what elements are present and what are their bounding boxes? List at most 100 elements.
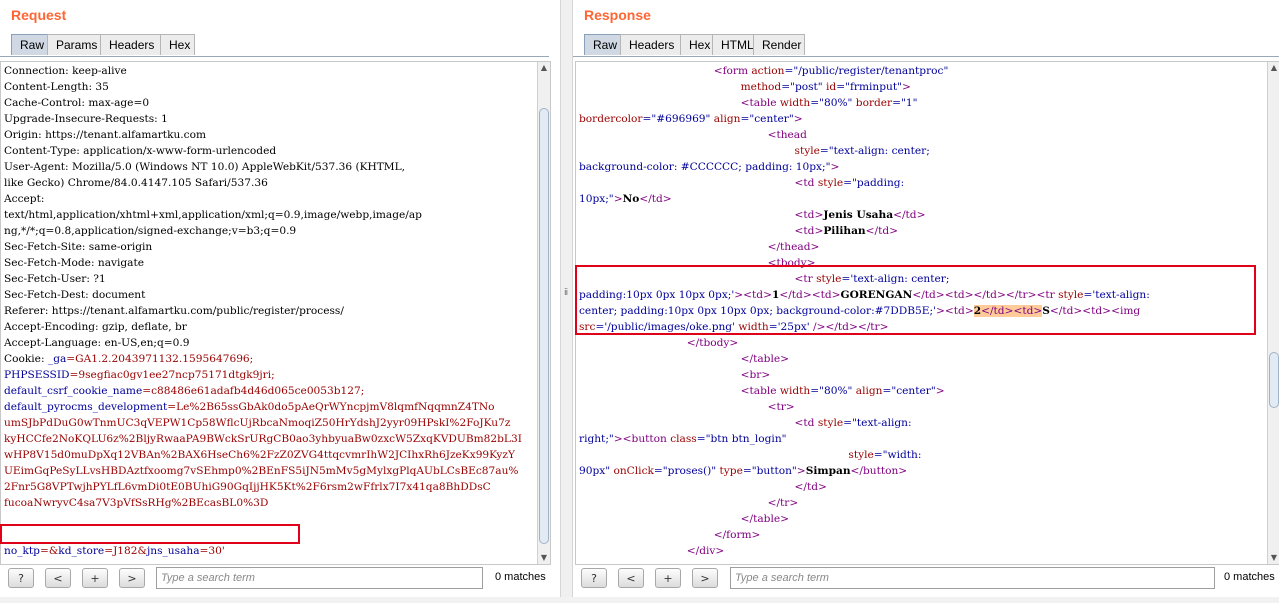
code-token: No [622,193,640,205]
code-line[interactable]: Content-Length: 35 [4,79,522,95]
pane-divider[interactable]: ⅱ [560,0,573,603]
code-line[interactable]: style="text-align: center; [579,143,1150,159]
code-line[interactable]: background-color: #CCCCCC; padding: 10px… [579,159,1150,175]
code-line[interactable]: umSJbPdDuG0wTnmUC3qVEPW1Cp58WflcUjRbcaNm… [4,415,522,431]
code-line[interactable]: Origin: https://tenant.alfamartku.com [4,127,522,143]
code-line[interactable]: method="post" id="frminput"> [579,79,1150,95]
code-line[interactable]: </table> [579,511,1150,527]
code-line[interactable]: 10px;">No</td> [579,191,1150,207]
code-line[interactable]: Sec-Fetch-Dest: document [4,287,522,303]
code-line[interactable]: <thead [579,127,1150,143]
code-line[interactable]: fucoaNwryvC4sa7V3pVfSsRHg%2BEcasBL0%3D [4,495,522,511]
code-line[interactable]: Cache-Control: max-age=0 [4,95,522,111]
code-line[interactable]: </form> [579,527,1150,543]
next-match-button[interactable]: > [692,568,718,588]
scroll-up-arrow-icon[interactable]: ▲ [1268,62,1279,74]
request-pane: Request Raw Params Headers Hex Connectio… [0,0,560,603]
code-token: Content-Type: application/x-www-form-url… [4,145,277,157]
code-line[interactable]: </table> [579,351,1150,367]
previous-match-button[interactable]: < [45,568,71,588]
code-line[interactable]: bordercolor="#696969" align="center"> [579,111,1150,127]
request-scrollbar[interactable]: ▲ ▼ [537,62,550,564]
code-token: Pilihan [823,225,866,237]
code-line[interactable]: Sec-Fetch-Mode: navigate [4,255,522,271]
scroll-down-arrow-icon[interactable]: ▼ [1268,552,1279,564]
code-line[interactable]: Content-Type: application/x-www-form-url… [4,143,522,159]
code-line[interactable]: <tr> [579,399,1150,415]
code-token: <td [794,177,818,189]
scroll-thumb[interactable] [1269,352,1279,408]
code-line[interactable]: Referer: https://tenant.alfamartku.com/p… [4,303,522,319]
scroll-up-arrow-icon[interactable]: ▲ [538,62,550,74]
tab-render[interactable]: Render [753,34,805,55]
code-line[interactable]: PHPSESSID=9segfiac0gv1ee27ncp75171dtgk9j… [4,367,522,383]
code-line[interactable]: <table width="80%" border="1" [579,95,1150,111]
tab-headers[interactable]: Headers [100,34,161,55]
code-line[interactable]: </td> [579,479,1150,495]
add-button[interactable]: + [82,568,108,588]
code-line[interactable]: </tr> [579,495,1150,511]
code-line[interactable]: text/html,application/xhtml+xml,applicat… [4,207,522,223]
code-line[interactable]: default_pyrocms_development=Le%2B65ssGbA… [4,399,522,415]
scroll-down-arrow-icon[interactable]: ▼ [538,552,550,564]
code-line[interactable]: <td style="padding: [579,175,1150,191]
code-line[interactable]: kyHCCfe2NoKQLU6z%2BljyRwaaPA9BWckSrURgCB… [4,431,522,447]
code-line[interactable]: <form action="/public/register/tenantpro… [579,63,1150,79]
code-line[interactable]: Connection: keep-alive [4,63,522,79]
previous-match-button[interactable]: < [618,568,644,588]
divider-grip-icon[interactable]: ⅱ [564,288,568,298]
code-line[interactable]: no_ktp=&kd_store=J182&jns_usaha=30' [4,543,522,559]
code-line[interactable]: default_csrf_cookie_name=c88486e61adafb4… [4,383,522,399]
code-token: width [779,385,811,397]
tab-headers[interactable]: Headers [620,34,681,55]
tab-raw[interactable]: Raw [11,34,48,55]
tab-hex[interactable]: Hex [160,34,195,55]
code-line[interactable]: 90px" onClick="proses()" type="button">S… [579,463,1150,479]
help-button[interactable]: ? [581,568,607,588]
code-line[interactable]: </thead> [579,239,1150,255]
code-line[interactable]: 2Fnr5G8VPTwjhPYLfL6vmDi0tE0BUhiG90GqIjjH… [4,479,522,495]
code-line[interactable]: like Gecko) Chrome/84.0.4147.105 Safari/… [4,175,522,191]
code-line[interactable]: User-Agent: Mozilla/5.0 (Windows NT 10.0… [4,159,522,175]
help-button[interactable]: ? [8,568,34,588]
code-line[interactable]: <td>Pilihan</td> [579,223,1150,239]
code-line[interactable]: wHP8V15d0muDpXq12VBAn%2BAX6HseCh6%2FzZ0Z… [4,447,522,463]
code-line[interactable]: <br> [579,367,1150,383]
code-line[interactable]: <td style="text-align: [579,415,1150,431]
code-line[interactable]: Accept-Encoding: gzip, deflate, br [4,319,522,335]
tab-html[interactable]: HTML [712,34,754,55]
code-line[interactable]: Accept: [4,191,522,207]
code-token: 2Fnr5G8VPTwjhPYLfL6vmDi0tE0BUhiG90GqIjjH… [4,481,491,493]
code-line[interactable]: style="width: [579,447,1150,463]
search-input[interactable]: Type a search term [156,567,483,589]
code-token: Accept-Encoding: gzip, deflate, br [4,321,187,333]
code-line[interactable]: right;"><button class="btn btn_login" [579,431,1150,447]
code-line[interactable]: ng,*/*;q=0.8,application/signed-exchange… [4,223,522,239]
tab-params[interactable]: Params [47,34,101,55]
code-line[interactable]: UEimGqPeSyLLvsHBDAztfxoomg7vSEhmp0%2BEnF… [4,463,522,479]
request-text[interactable]: Connection: keep-alive Content-Length: 35… [4,63,522,559]
code-line[interactable]: <table width="80%" align="center"> [579,383,1150,399]
tab-hex[interactable]: Hex [680,34,713,55]
code-line[interactable]: <td>Jenis Usaha</td> [579,207,1150,223]
code-line[interactable]: </tbody> [579,335,1150,351]
code-token: ="1" [892,97,918,109]
code-token: 90px" [579,465,614,477]
code-line[interactable]: Upgrade-Insecure-Requests: 1 [4,111,522,127]
tab-raw[interactable]: Raw [584,34,621,55]
code-line[interactable]: </div> [579,543,1150,559]
code-line[interactable]: Sec-Fetch-User: ?1 [4,271,522,287]
request-editor[interactable]: Connection: keep-alive Content-Length: 35… [0,61,551,565]
response-scrollbar[interactable]: ▲ ▼ [1267,62,1279,564]
add-button[interactable]: + [655,568,681,588]
scroll-thumb[interactable] [539,108,549,544]
code-token: =& [39,545,59,557]
code-line[interactable]: Accept-Language: en-US,en;q=0.9 [4,335,522,351]
search-input[interactable]: Type a search term [730,567,1215,589]
next-match-button[interactable]: > [119,568,145,588]
code-line[interactable]: Cookie: _ga=GA1.2.2043971132.1595647696; [4,351,522,367]
code-line[interactable]: Sec-Fetch-Site: same-origin [4,239,522,255]
result-highlight-box [575,265,1256,335]
